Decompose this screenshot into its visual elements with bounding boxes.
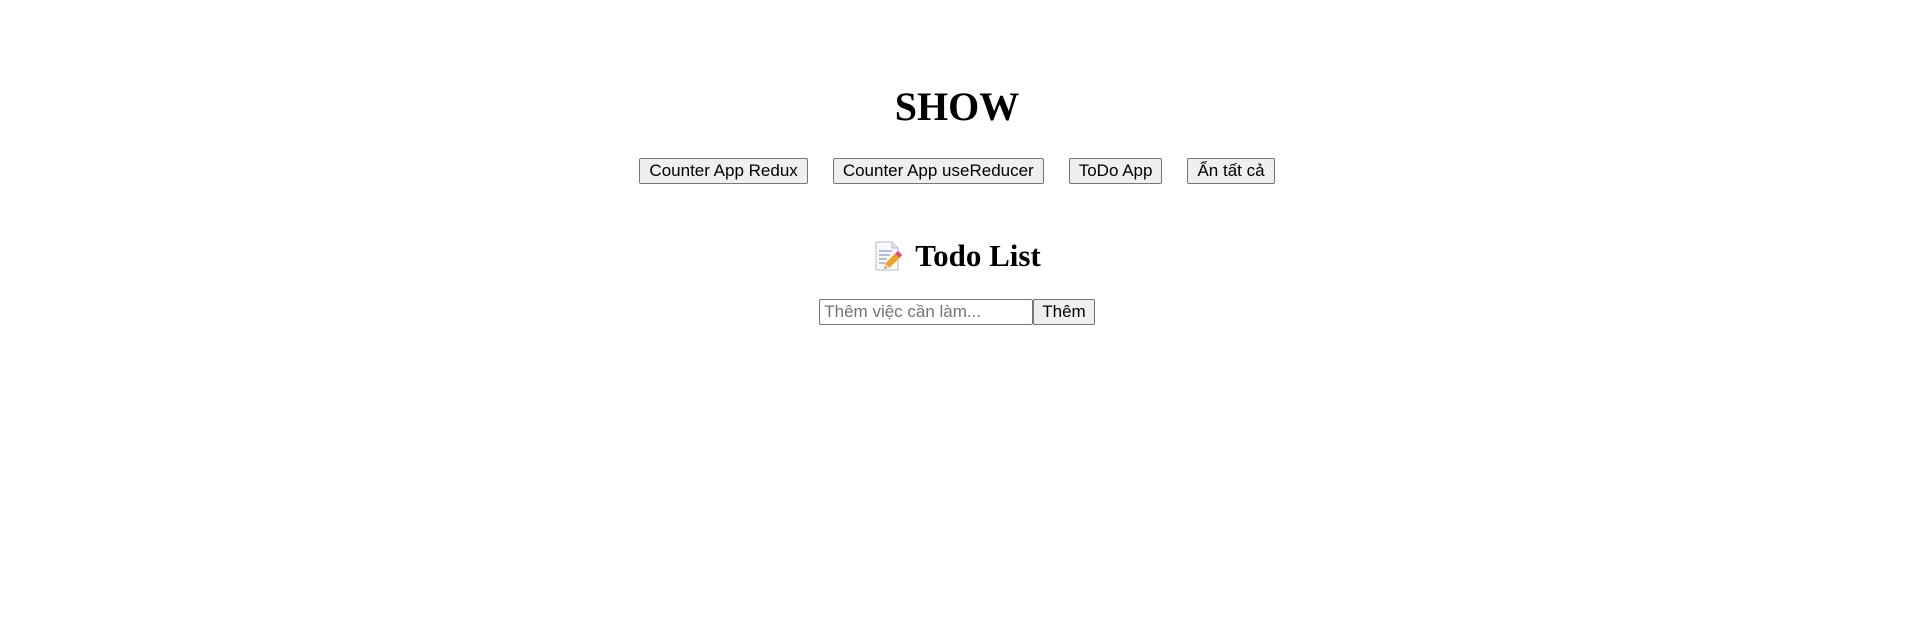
page: SHOW Counter App Redux Counter App useRe… (0, 0, 1914, 634)
todo-heading: Todo List (0, 236, 1914, 276)
counter-app-usereducer-button[interactable]: Counter App useReducer (832, 158, 1044, 184)
counter-app-redux-button[interactable]: Counter App Redux (639, 158, 808, 184)
todo-input[interactable] (819, 299, 1034, 325)
memo-icon (873, 240, 903, 272)
todo-title-text: Todo List (915, 238, 1041, 273)
page-title: SHOW (894, 84, 1020, 129)
todo-form: Thêm (0, 299, 1914, 325)
add-todo-button[interactable]: Thêm (1033, 299, 1095, 325)
app-switcher-nav: Counter App Redux Counter App useReducer… (0, 158, 1914, 184)
hide-all-button[interactable]: Ẩn tất cả (1187, 158, 1275, 184)
todo-app-button[interactable]: ToDo App (1068, 158, 1163, 184)
